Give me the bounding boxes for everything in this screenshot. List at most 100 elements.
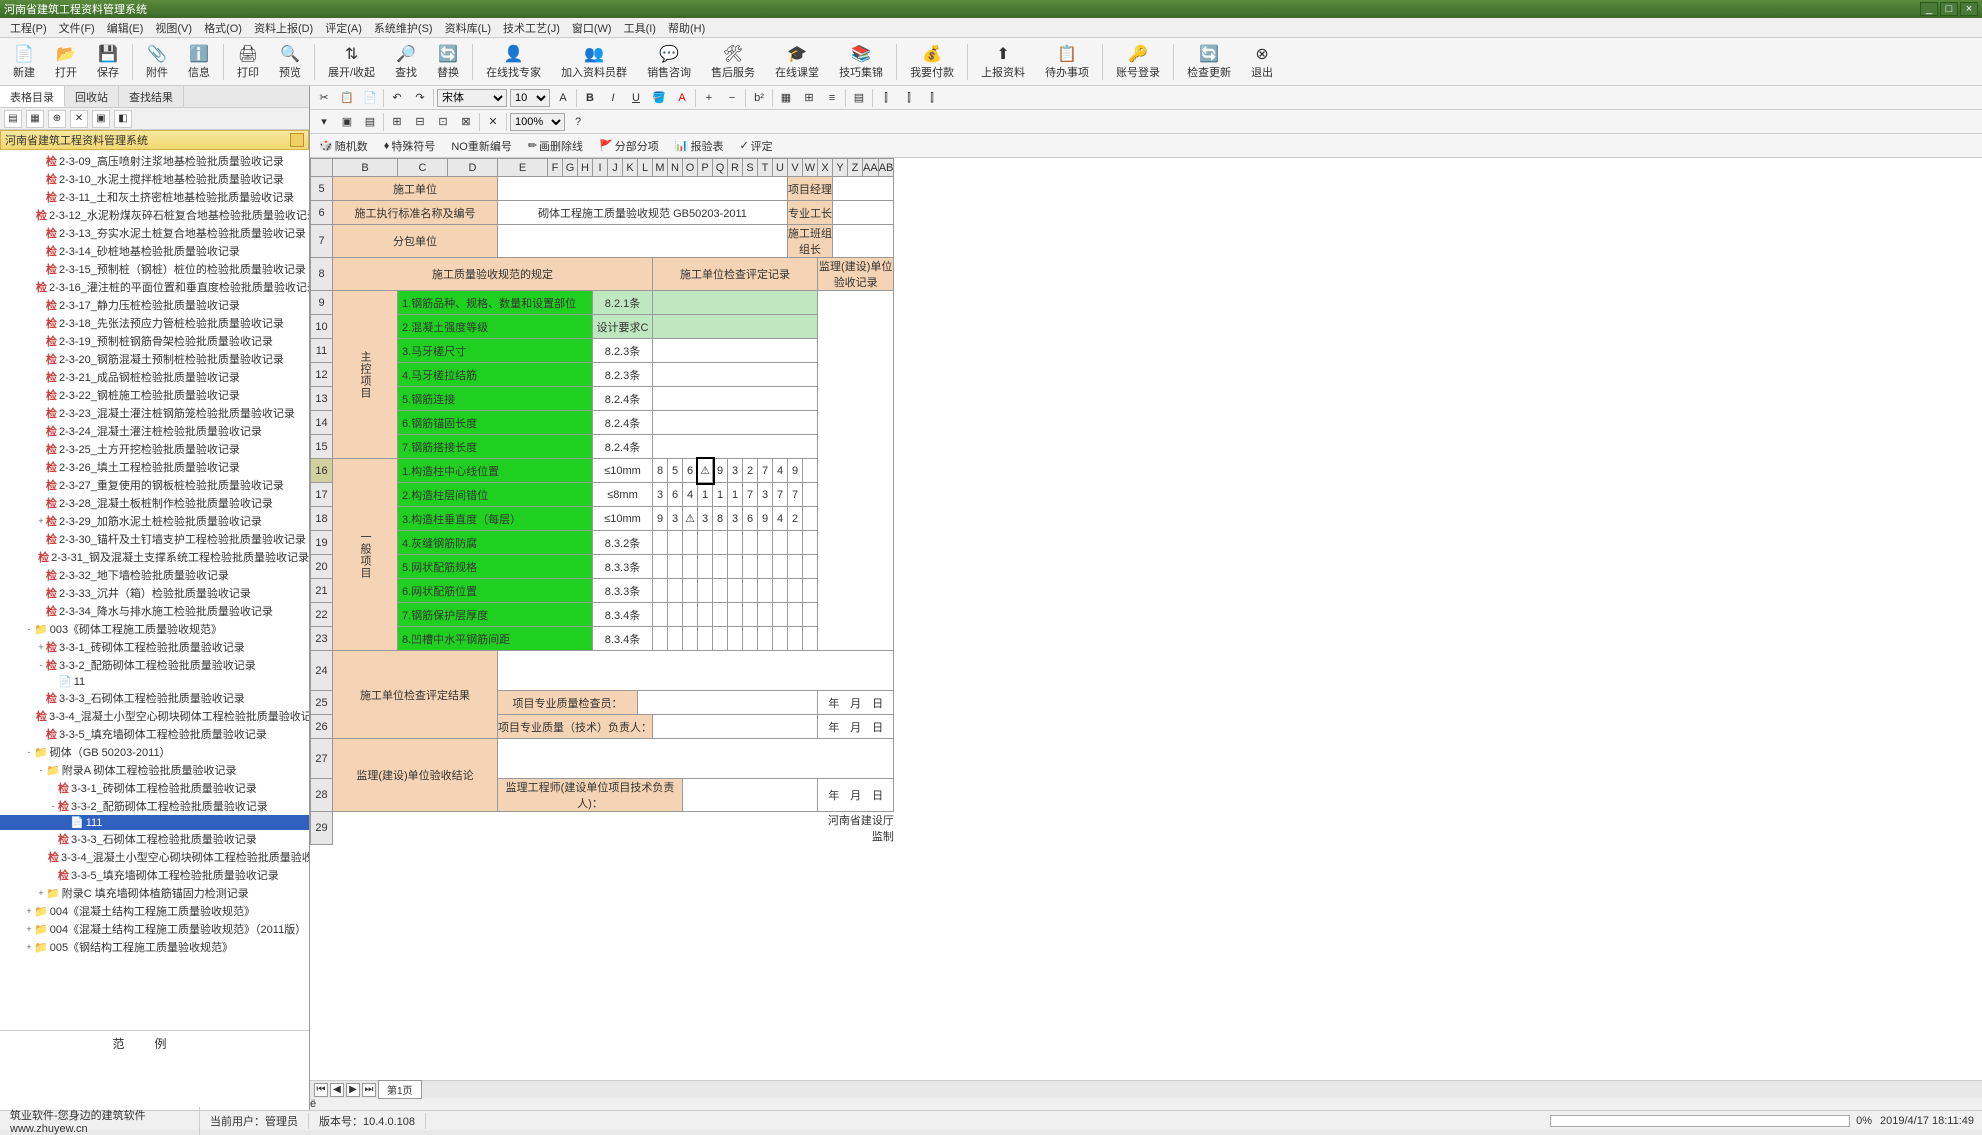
tree-node[interactable]: +📁004《混凝土结构工程施工质量验收规范》（2011版） <box>0 920 309 938</box>
plus-icon[interactable]: + <box>699 88 719 108</box>
menu-item[interactable]: 资料库(L) <box>439 18 497 38</box>
toolbar-展开/收起[interactable]: ⇅展开/收起 <box>319 41 384 83</box>
tree-node[interactable]: 检2-3-16_灌注桩的平面位置和垂直度检验批质量验收记录 <box>0 278 309 296</box>
minimize-button[interactable]: _ <box>1920 2 1938 16</box>
tree-node[interactable]: 检3-3-5_填充墙砌体工程检验批质量验收记录 <box>0 866 309 884</box>
tree-node[interactable]: 检2-3-13_夯实水泥土桩复合地基检验批质量验收记录 <box>0 224 309 242</box>
underline-icon[interactable]: U <box>626 88 646 108</box>
spreadsheet[interactable]: BCDEFGHIJKLMNOPQRSTUVWXYZAAAB5施工单位项目经理6施… <box>310 158 1982 1080</box>
copy-icon[interactable]: 📋 <box>337 88 357 108</box>
tree-node[interactable]: 检3-3-4_混凝土小型空心砌块砌体工程检验批质量验收 <box>0 848 309 866</box>
tree-node[interactable]: 检2-3-32_地下墙检验批质量验收记录 <box>0 566 309 584</box>
tree-node[interactable]: 检2-3-21_成品钢桩检验批质量验收记录 <box>0 368 309 386</box>
toolbar-信息[interactable]: ℹ️信息 <box>179 41 219 83</box>
tree-node[interactable]: 检2-3-20_钢筋混凝土预制桩检验批质量验收记录 <box>0 350 309 368</box>
toolbar-销售咨询[interactable]: 💬销售咨询 <box>638 41 700 83</box>
close-button[interactable]: × <box>1960 2 1978 16</box>
menu-item[interactable]: 视图(V) <box>149 18 198 38</box>
sheet-tab[interactable]: 第1页 <box>378 1080 422 1099</box>
prev-page-icon[interactable]: ◀ <box>330 1083 344 1097</box>
chart-icon[interactable]: ⫿ <box>876 88 896 108</box>
menu-item[interactable]: 窗口(W) <box>566 18 618 38</box>
menu-item[interactable]: 文件(F) <box>53 18 101 38</box>
left-title-bar[interactable]: 河南省建筑工程资料管理系统 <box>0 130 309 150</box>
cut-icon[interactable]: ✂ <box>314 88 334 108</box>
first-page-icon[interactable]: ⏮ <box>314 1083 328 1097</box>
toolbar-上报资料[interactable]: ⬆上报资料 <box>972 41 1034 83</box>
toolbar-保存[interactable]: 💾保存 <box>88 41 128 83</box>
tree-node[interactable]: -📁003《砌体工程施工质量验收规范》 <box>0 620 309 638</box>
menu-item[interactable]: 资料上报(D) <box>248 18 319 38</box>
func-btn[interactable]: 🚩分部分项 <box>594 135 664 157</box>
tree-node[interactable]: 检2-3-22_钢桩施工检验批质量验收记录 <box>0 386 309 404</box>
help-icon[interactable]: ? <box>568 112 588 132</box>
toolbar-待办事项[interactable]: 📋待办事项 <box>1036 41 1098 83</box>
merge-icon[interactable]: ⊞ <box>799 88 819 108</box>
tree-node[interactable]: 检2-3-28_混凝土板桩制作检验批质量验收记录 <box>0 494 309 512</box>
italic-icon[interactable]: I <box>603 88 623 108</box>
tree-node[interactable]: 检2-3-19_预制桩钢筋骨架检验批质量验收记录 <box>0 332 309 350</box>
tree-node[interactable]: +📁005《钢结构工程施工质量验收规范》 <box>0 938 309 956</box>
menu-item[interactable]: 评定(A) <box>319 18 368 38</box>
toolbar-查找[interactable]: 🔎查找 <box>386 41 426 83</box>
tree-node[interactable]: +📁004《混凝土结构工程施工质量验收规范》 <box>0 902 309 920</box>
bold-icon[interactable]: B <box>580 88 600 108</box>
toolbar-在线课堂[interactable]: 🎓在线课堂 <box>766 41 828 83</box>
grid-icon[interactable]: ▤ <box>849 88 869 108</box>
next-page-icon[interactable]: ▶ <box>346 1083 360 1097</box>
minus-icon[interactable]: − <box>722 88 742 108</box>
toolbar-预览[interactable]: 🔍预览 <box>270 41 310 83</box>
font-size-select[interactable]: 10 <box>510 89 550 107</box>
tree-node[interactable]: 检2-3-12_水泥粉煤灰碎石桩复合地基检验批质量验收记录 <box>0 206 309 224</box>
toolbar-检查更新[interactable]: 🔄检查更新 <box>1178 41 1240 83</box>
tree-node[interactable]: 📄11 <box>0 674 309 689</box>
tree-tool-icon[interactable]: ⊕ <box>48 110 66 128</box>
tree-tool-icon[interactable]: ▣ <box>92 110 110 128</box>
tree-node[interactable]: 检2-3-25_土方开挖检验批质量验收记录 <box>0 440 309 458</box>
tree-tool-icon[interactable]: ✕ <box>70 110 88 128</box>
chart3-icon[interactable]: ⫿ <box>922 88 942 108</box>
func-btn[interactable]: 📊报验表 <box>670 135 729 157</box>
tree-node[interactable]: 检2-3-26_填土工程检验批质量验收记录 <box>0 458 309 476</box>
func-btn[interactable]: 🎲随机数 <box>314 135 373 157</box>
tool-icon[interactable]: ▣ <box>337 112 357 132</box>
func-btn[interactable]: ✏画删除线 <box>523 135 588 157</box>
toolbar-新建[interactable]: 📄新建 <box>4 41 44 83</box>
undo-icon[interactable]: ↶ <box>387 88 407 108</box>
superscript-icon[interactable]: b² <box>749 88 769 108</box>
toolbar-账号登录[interactable]: 🔑账号登录 <box>1107 41 1169 83</box>
tree-node[interactable]: 检2-3-14_砂桩地基检验批质量验收记录 <box>0 242 309 260</box>
tree-tool-icon[interactable]: ▤ <box>4 110 22 128</box>
tool-icon[interactable]: ✕ <box>483 112 503 132</box>
menu-item[interactable]: 格式(O) <box>198 18 248 38</box>
last-page-icon[interactable]: ⏭ <box>362 1083 376 1097</box>
text-color-icon[interactable]: A <box>672 88 692 108</box>
func-btn[interactable]: NO重新编号 <box>446 135 517 157</box>
tool-icon[interactable]: ⊡ <box>433 112 453 132</box>
tree-node[interactable]: 检2-3-09_高压喷射注浆地基检验批质量验收记录 <box>0 152 309 170</box>
paste-icon[interactable]: 📄 <box>360 88 380 108</box>
tree-node[interactable]: -检3-3-2_配筋砌体工程检验批质量验收记录 <box>0 797 309 815</box>
tree-node[interactable]: -📁附录A 砌体工程检验批质量验收记录 <box>0 761 309 779</box>
menu-item[interactable]: 帮助(H) <box>662 18 711 38</box>
menu-item[interactable]: 技术工艺(J) <box>497 18 566 38</box>
toolbar-在线找专家[interactable]: 👤在线找专家 <box>477 41 550 83</box>
tree-node[interactable]: 检3-3-4_混凝土小型空心砌块砌体工程检验批质量验收记录 <box>0 707 309 725</box>
tree-node[interactable]: 检2-3-11_土和灰土挤密桩地基检验批质量验收记录 <box>0 188 309 206</box>
tree-node[interactable]: 检3-3-3_石砌体工程检验批质量验收记录 <box>0 830 309 848</box>
tree-node[interactable]: 检2-3-15_预制桩（钢桩）桩位的检验批质量验收记录 <box>0 260 309 278</box>
tree-node[interactable]: 检3-3-5_填充墙砌体工程检验批质量验收记录 <box>0 725 309 743</box>
tree-node[interactable]: 检2-3-30_锚杆及土钉墙支护工程检验批质量验收记录 <box>0 530 309 548</box>
menu-item[interactable]: 编辑(E) <box>101 18 150 38</box>
tree-node[interactable]: 检2-3-24_混凝土灌注桩检验批质量验收记录 <box>0 422 309 440</box>
dropdown-icon[interactable] <box>290 133 304 147</box>
tree-node[interactable]: 📄111 <box>0 815 309 830</box>
tree-node[interactable]: 检3-3-1_砖砌体工程检验批质量验收记录 <box>0 779 309 797</box>
tree-view[interactable]: 检2-3-09_高压喷射注浆地基检验批质量验收记录检2-3-10_水泥土搅拌桩地… <box>0 150 309 1030</box>
toolbar-售后服务[interactable]: 🛠售后服务 <box>702 41 764 83</box>
toolbar-打开[interactable]: 📂打开 <box>46 41 86 83</box>
redo-icon[interactable]: ↷ <box>410 88 430 108</box>
tree-node[interactable]: 检2-3-34_降水与排水施工检验批质量验收记录 <box>0 602 309 620</box>
left-tab[interactable]: 表格目录 <box>0 86 65 107</box>
tree-node[interactable]: 检2-3-27_重复使用的钢板桩检验批质量验收记录 <box>0 476 309 494</box>
